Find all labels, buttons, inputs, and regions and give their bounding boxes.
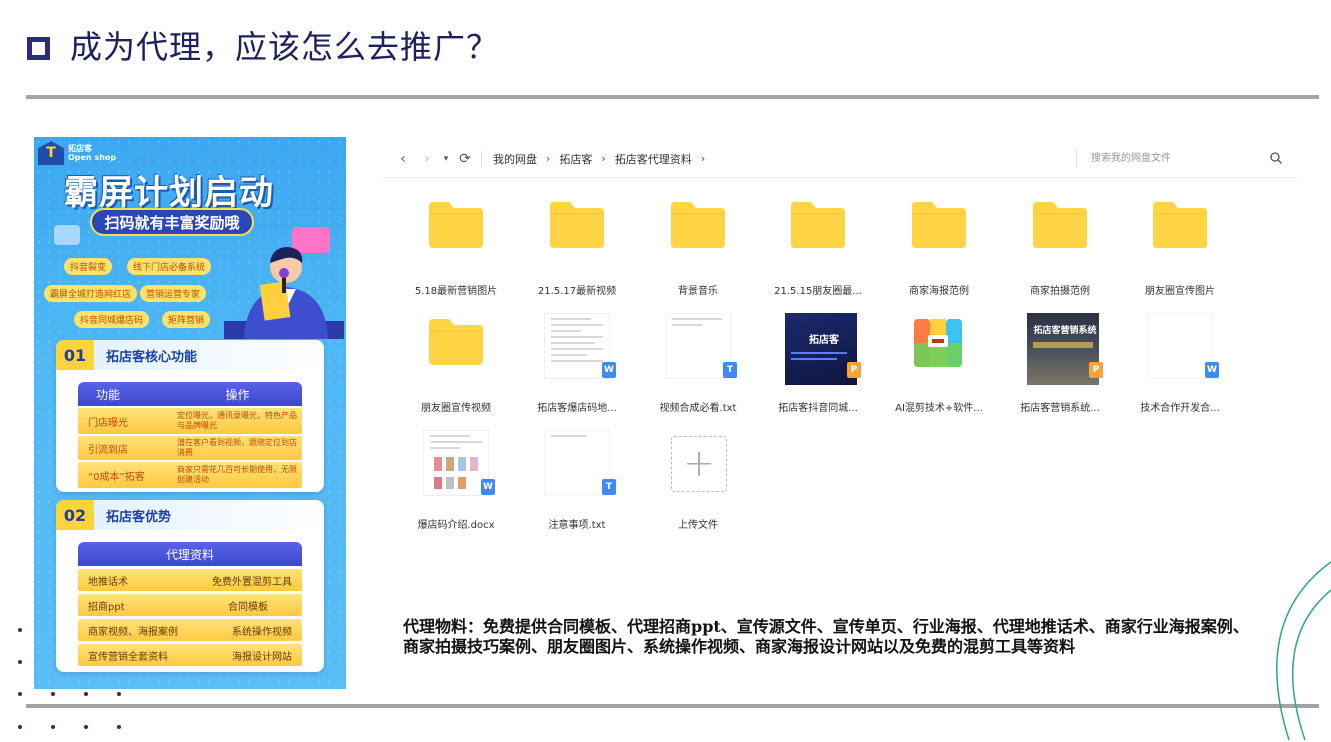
document-thumbnail xyxy=(544,313,610,379)
section-title: 拓店客优势 xyxy=(106,509,172,525)
plus-icon: + xyxy=(671,436,727,492)
poster-tag: 营销运营专家 xyxy=(140,285,207,302)
search-input[interactable]: 搜索我的网盘文件 xyxy=(1076,150,1254,168)
folder-icon xyxy=(429,202,483,248)
archive-icon xyxy=(914,319,962,367)
folder-icon xyxy=(429,319,483,365)
breadcrumb-separator-icon: › xyxy=(601,152,606,165)
folder-item[interactable]: 商家拍摄范例 xyxy=(1005,190,1115,297)
table-row: 地推话术 免费外置混剪工具 xyxy=(78,569,302,591)
file-item[interactable]: W 爆店码介绍.docx xyxy=(401,424,511,531)
poster-tag: 抖音同城爆店码 xyxy=(74,311,150,328)
table-row: 门店曝光 定位曝光，通讯录曝光，特色产品与品牌曝光 xyxy=(78,408,302,434)
forward-arrow-icon[interactable]: › xyxy=(415,151,439,167)
file-item[interactable]: W 拓店客爆店码地... xyxy=(522,307,632,414)
poster-tag: 矩阵营销 xyxy=(162,311,211,328)
file-item[interactable]: 拓店客 P 拓店客抖音同城... xyxy=(763,307,873,414)
table-row: 商家视频、海报案例 系统操作视频 xyxy=(78,619,302,641)
slide-title: 成为代理，应该怎么去推广？ xyxy=(70,28,500,66)
refresh-icon[interactable]: ⟳ xyxy=(453,151,477,167)
file-item[interactable]: AI混剪技术+软件... xyxy=(884,307,994,414)
table-row: 引流到店 潜在客户看到视频，跟随定位到店消费 xyxy=(78,436,302,460)
folder-item[interactable]: 21.5.15朋友圈最... xyxy=(763,190,873,297)
logo-cn: 拓店客 xyxy=(68,144,92,153)
poster-tag: 线下门店必备系统 xyxy=(127,258,212,275)
advantages-card: 02 拓店客优势 代理资料 地推话术 免费外置混剪工具 招商ppt 合同模板 商… xyxy=(56,500,324,672)
word-file-icon: W xyxy=(481,479,495,495)
poster-tag: 抖音裂变 xyxy=(64,258,113,275)
section-number: 01 xyxy=(56,340,94,370)
breadcrumb-item[interactable]: 我的网盘 xyxy=(493,151,537,167)
table-row: 招商ppt 合同模板 xyxy=(78,594,302,616)
table-header: 代理资料 xyxy=(78,542,302,566)
folder-icon xyxy=(791,202,845,248)
section-title: 拓店客核心功能 xyxy=(106,349,198,365)
breadcrumb-item[interactable]: 拓店客代理资料 xyxy=(615,151,692,167)
poster-tag: 霸屏全城打造网红店 xyxy=(44,285,138,302)
folder-icon xyxy=(671,202,725,248)
breadcrumb-item[interactable]: 拓店客 xyxy=(559,151,592,167)
breadcrumb-separator-icon: › xyxy=(700,152,706,165)
text-file-icon: T xyxy=(602,479,616,495)
back-arrow-icon[interactable]: ‹ xyxy=(391,151,415,167)
promo-poster: T 拓店客 Open shop 霸屏计划启动 扫码就有丰富奖励哦 抖音裂变 线下… xyxy=(34,137,346,689)
file-item[interactable]: T 注意事项.txt xyxy=(522,424,632,531)
document-thumbnail xyxy=(1147,313,1213,379)
file-item[interactable]: W 技术合作开发合... xyxy=(1125,307,1235,414)
word-file-icon: W xyxy=(602,362,616,378)
document-thumbnail xyxy=(544,430,610,496)
table-header: 功能 操作 xyxy=(78,382,302,406)
table-row: “0成本”拓客 商家只需花几百可长期使用，无限创建活动 xyxy=(78,462,302,488)
poster-logo: T 拓店客 Open shop xyxy=(38,141,116,165)
poster-headline: 霸屏计划启动 xyxy=(64,173,274,213)
table-row: 宣传营销全套资料 海报设计网站 xyxy=(78,644,302,666)
word-file-icon: W xyxy=(1205,362,1219,378)
logo-en: Open shop xyxy=(68,153,117,162)
upload-file-button[interactable]: + 上传文件 xyxy=(643,424,753,531)
folder-icon xyxy=(912,202,966,248)
chat-bubble-icon xyxy=(54,225,80,245)
file-item[interactable]: T 视频合成必看.txt xyxy=(643,307,753,414)
slide: 成为代理，应该怎么去推广？ T 拓店客 Open shop 霸屏计划启动 扫码就… xyxy=(0,0,1331,742)
folder-icon xyxy=(550,202,604,248)
folder-icon xyxy=(1033,202,1087,248)
ppt-file-icon: P xyxy=(1089,362,1103,378)
folder-item[interactable]: 5.18最新营销图片 xyxy=(401,190,511,297)
bottom-divider xyxy=(26,704,1319,708)
document-thumbnail xyxy=(665,313,731,379)
breadcrumb-separator-icon: › xyxy=(546,152,551,165)
netdisk-window: ‹ › ▾ ⟳ 我的网盘 › 拓店客 › 拓店客代理资料 › 搜索我的网盘文件 … xyxy=(383,140,1298,571)
ppt-file-icon: P xyxy=(847,362,861,378)
folder-item[interactable]: 朋友圈宣传图片 xyxy=(1125,190,1235,297)
folder-icon xyxy=(1153,202,1207,248)
folder-item[interactable]: 商家海报范例 xyxy=(884,190,994,297)
presenter-illustration xyxy=(224,247,344,339)
top-divider xyxy=(26,95,1319,99)
history-dropdown-icon[interactable]: ▾ xyxy=(439,154,453,164)
search-icon[interactable] xyxy=(1270,152,1282,164)
text-file-icon: T xyxy=(723,362,737,378)
title-bullet-icon xyxy=(27,37,50,60)
folder-item[interactable]: 背景音乐 xyxy=(643,190,753,297)
decorative-arcs xyxy=(1276,561,1331,741)
document-thumbnail xyxy=(423,430,489,496)
navigation-bar: ‹ › ▾ ⟳ 我的网盘 › 拓店客 › 拓店客代理资料 › 搜索我的网盘文件 xyxy=(383,140,1298,178)
file-item[interactable]: 拓店客营销系统 P 拓店客营销系统... xyxy=(1005,307,1115,414)
core-features-card: 01 拓店客核心功能 功能 操作 门店曝光 定位曝光，通讯录曝光，特色产品与品牌… xyxy=(56,340,324,492)
logo-house-icon: T xyxy=(38,141,64,165)
materials-description: 代理物料：免费提供合同模板、代理招商ppt、宣传源文件、宣传单页、行业海报、代理… xyxy=(403,617,1249,656)
section-number: 02 xyxy=(56,500,94,530)
folder-item[interactable]: 朋友圈宣传视频 xyxy=(401,307,511,414)
folder-item[interactable]: 21.5.17最新视频 xyxy=(522,190,632,297)
